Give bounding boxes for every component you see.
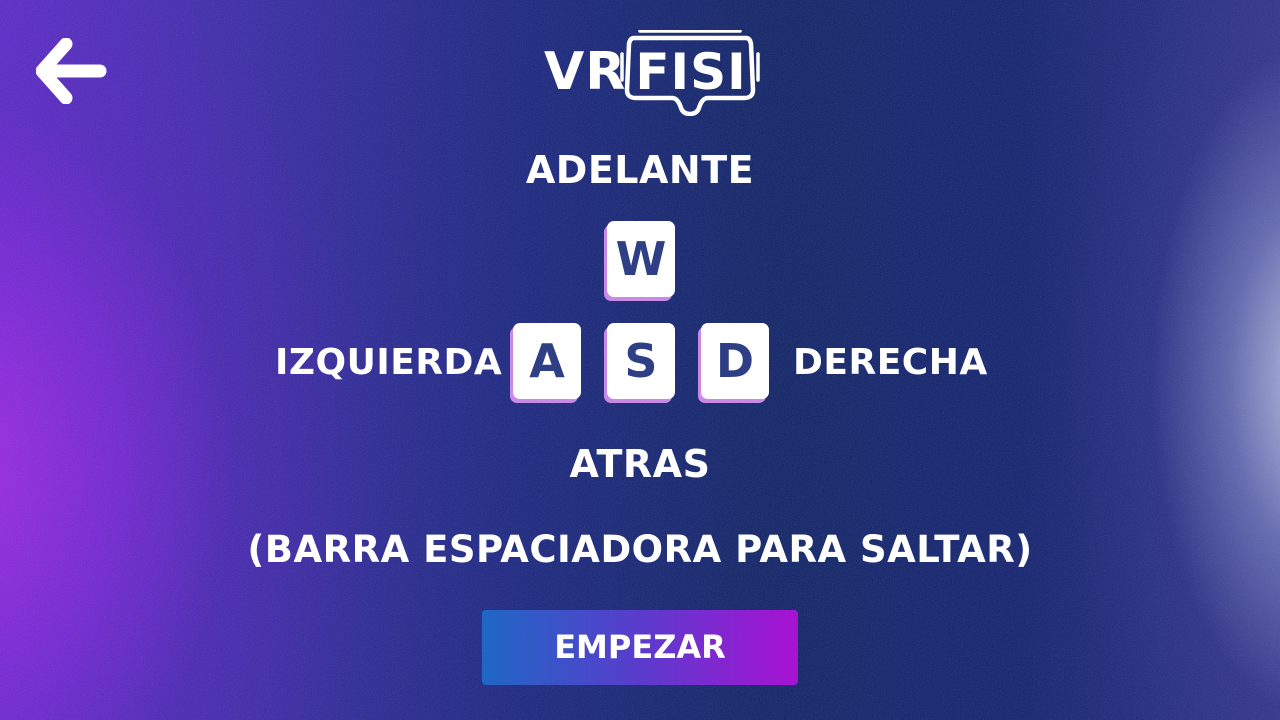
- arrow-left-icon: [35, 37, 107, 105]
- logo-name: FISI: [635, 43, 747, 101]
- back-label: ATRAS: [569, 442, 711, 486]
- key-s: S: [607, 323, 675, 399]
- key-d: D: [701, 323, 769, 399]
- app-logo: VR FISI: [540, 30, 760, 116]
- start-button[interactable]: EMPEZAR: [482, 610, 798, 685]
- forward-label: ADELANTE: [525, 148, 755, 192]
- logo-prefix: VR: [544, 42, 627, 102]
- right-label: DERECHA: [793, 342, 988, 383]
- jump-hint: (BARRA ESPACIADORA PARA SALTAR): [247, 528, 1033, 571]
- key-w: W: [607, 221, 675, 297]
- left-label: IZQUIERDA: [275, 342, 503, 383]
- key-a: A: [513, 323, 581, 399]
- back-button[interactable]: [35, 37, 108, 105]
